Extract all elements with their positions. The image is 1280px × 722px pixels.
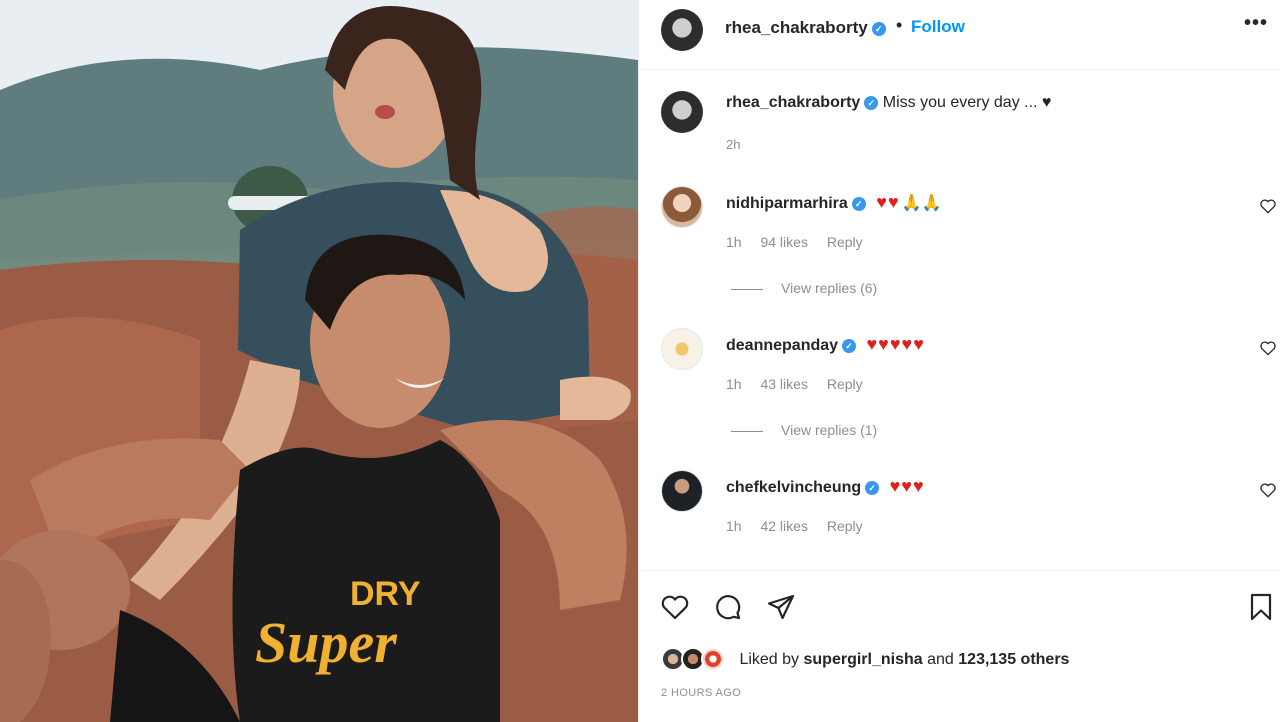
view-replies-label[interactable]: View replies (1) xyxy=(781,422,877,438)
comment-item: deannepanday ✓ ♥♥♥♥♥ 1h 43 likes Reply Vi… xyxy=(639,328,1280,468)
commenter-avatar[interactable] xyxy=(661,470,703,512)
comment-meta: 1h 94 likes Reply xyxy=(726,234,878,250)
post-caption: rhea_chakraborty ✓ Miss you every day ...… xyxy=(639,82,1280,162)
comment-line: chefkelvincheung ✓ ♥♥♥ xyxy=(726,476,925,497)
caption-avatar[interactable] xyxy=(661,91,703,133)
liker-avatars[interactable] xyxy=(661,647,731,673)
liker-avatar xyxy=(701,647,725,671)
post-photo: DRY Super xyxy=(0,0,638,722)
comment-icon[interactable] xyxy=(712,591,744,623)
comment-time[interactable]: 1h xyxy=(726,376,742,392)
post-header: rhea_chakraborty ✓ • Follow ••• xyxy=(639,0,1280,70)
comment-time[interactable]: 1h xyxy=(726,234,742,250)
replies-dash xyxy=(731,430,763,432)
post-timestamp[interactable]: 2 HOURS AGO xyxy=(661,687,741,699)
verified-badge-icon: ✓ xyxy=(851,196,866,211)
caption-text: Miss you every day ... ♥ xyxy=(882,94,1052,111)
comment-line: nidhiparmarhira ✓ ♥♥ 🙏🙏 xyxy=(726,192,941,213)
comment-text: ♥♥♥♥♥ xyxy=(866,334,925,354)
comment-text: ♥♥ xyxy=(876,192,900,212)
caption-line: rhea_chakraborty ✓ Miss you every day ...… xyxy=(726,94,1051,112)
comment-like-heart-icon[interactable] xyxy=(1259,198,1277,214)
view-replies-button[interactable]: View replies (1) xyxy=(731,422,877,438)
more-options-icon[interactable]: ••• xyxy=(1244,12,1268,35)
replies-dash xyxy=(731,288,763,290)
caption-username[interactable]: rhea_chakraborty xyxy=(726,94,860,111)
view-replies-label[interactable]: View replies (6) xyxy=(781,280,877,296)
post-details-panel: rhea_chakraborty ✓ • Follow ••• rhea_chak… xyxy=(638,0,1280,722)
heart-icon[interactable] xyxy=(659,591,691,623)
commenter-username[interactable]: deannepanday xyxy=(726,337,838,354)
comment-line: deannepanday ✓ ♥♥♥♥♥ xyxy=(726,334,925,355)
comment-time[interactable]: 1h xyxy=(726,518,742,534)
comment-likes[interactable]: 42 likes xyxy=(760,518,807,534)
verified-badge-icon: ✓ xyxy=(864,95,879,110)
view-replies-button[interactable]: View replies (6) xyxy=(731,280,877,296)
comment-item: nidhiparmarhira ✓ ♥♥ 🙏🙏 1h 94 likes Reply … xyxy=(639,186,1280,326)
share-icon[interactable] xyxy=(765,591,797,623)
comment-like-heart-icon[interactable] xyxy=(1259,340,1277,356)
bookmark-icon[interactable] xyxy=(1245,591,1277,623)
author-username-text[interactable]: rhea_chakraborty xyxy=(725,18,868,37)
reply-button[interactable]: Reply xyxy=(827,518,863,534)
post-photo-illustration: DRY Super xyxy=(0,0,638,722)
commenter-avatar[interactable] xyxy=(661,186,703,228)
reply-button[interactable]: Reply xyxy=(827,376,863,392)
liked-by-text: Liked by supergirl_nisha and 123,135 oth… xyxy=(739,651,1069,668)
comment-text: ♥♥♥ xyxy=(889,476,925,496)
separator-dot: • xyxy=(896,15,903,35)
liked-by-conj: and xyxy=(927,651,954,668)
commenter-username[interactable]: nidhiparmarhira xyxy=(726,195,848,212)
comment-like-heart-icon[interactable] xyxy=(1259,482,1277,498)
follow-button[interactable]: Follow xyxy=(911,17,965,37)
comment-likes[interactable]: 43 likes xyxy=(760,376,807,392)
author-avatar[interactable] xyxy=(661,9,703,51)
svg-text:Super: Super xyxy=(255,610,397,675)
reply-button[interactable]: Reply xyxy=(827,234,863,250)
verified-badge-icon: ✓ xyxy=(871,21,886,36)
commenter-avatar[interactable] xyxy=(661,328,703,370)
svg-text:DRY: DRY xyxy=(350,575,421,613)
commenter-username[interactable]: chefkelvincheung xyxy=(726,479,861,496)
caption-time[interactable]: 2h xyxy=(726,137,740,152)
author-username[interactable]: rhea_chakraborty ✓ xyxy=(725,18,886,38)
liked-by-row: Liked by supergirl_nisha and 123,135 oth… xyxy=(661,647,1069,675)
comment-likes[interactable]: 94 likes xyxy=(760,234,807,250)
liked-by-others[interactable]: 123,135 others xyxy=(958,651,1069,668)
verified-badge-icon: ✓ xyxy=(842,338,857,353)
verified-badge-icon: ✓ xyxy=(865,480,880,495)
comment-meta: 1h 43 likes Reply xyxy=(726,376,878,392)
liked-by-user[interactable]: supergirl_nisha xyxy=(804,651,923,668)
comment-emoji: 🙏🙏 xyxy=(901,195,942,212)
liked-by-prefix: Liked by xyxy=(739,651,800,668)
post-actions: Liked by supergirl_nisha and 123,135 oth… xyxy=(639,570,1280,722)
comment-meta: 1h 42 likes Reply xyxy=(726,518,878,534)
